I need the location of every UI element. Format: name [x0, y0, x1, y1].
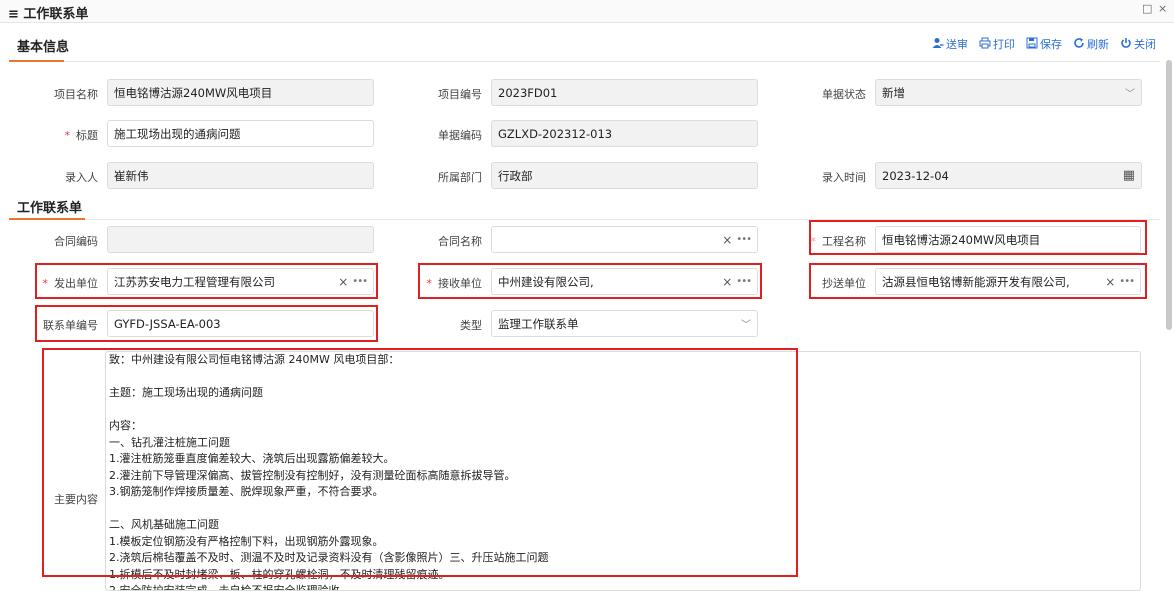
department-field: 行政部: [491, 162, 758, 189]
window-title: ≡ 工作联系单: [8, 7, 89, 22]
section-title-basic: 基本信息: [17, 40, 70, 55]
printer-icon: [979, 37, 991, 52]
required-mark: *: [426, 277, 433, 290]
close-window-icon[interactable]: ×: [1158, 2, 1167, 15]
entry-person-label: 录入人: [65, 171, 98, 184]
clear-icon[interactable]: ×: [338, 275, 348, 289]
project-no-label: 项目编号: [438, 88, 482, 101]
doc-no-field: GZLXD-202312-013: [491, 120, 758, 147]
cc-unit-label: 抄送单位: [822, 277, 866, 290]
calendar-icon[interactable]: ▦: [1123, 168, 1135, 183]
floppy-icon: [1026, 37, 1038, 52]
section-title-work: 工作联系单: [17, 201, 83, 216]
project-name-label: 项目名称: [54, 88, 98, 101]
doc-no-label: 单据编码: [438, 129, 482, 142]
doc-status-select[interactable]: 新增 ﹀: [875, 79, 1142, 106]
title-label: * 标题: [64, 129, 99, 142]
power-icon: [1120, 37, 1132, 52]
issuing-unit-label: * 发出单位: [42, 277, 99, 290]
more-icon[interactable]: •••: [1119, 276, 1135, 287]
section-underline: [9, 60, 64, 62]
send-review-button[interactable]: 送审: [932, 36, 968, 52]
engineering-name-label: * 工程名称: [810, 235, 867, 248]
entry-time-label: 录入时间: [822, 171, 866, 184]
scrollbar[interactable]: [1166, 60, 1172, 330]
contact-no-input[interactable]: GYFD-JSSA-EA-003: [107, 310, 374, 337]
contract-code-label: 合同编码: [54, 235, 98, 248]
department-label: 所属部门: [438, 171, 482, 184]
entry-time-datepicker[interactable]: 2023-12-04 ▦: [875, 162, 1142, 189]
issuing-unit-picker[interactable]: 江苏苏安电力工程管理有限公司 × •••: [107, 268, 374, 295]
project-name-field: 恒电铭博沽源240MW风电项目: [107, 79, 374, 106]
receiving-unit-picker[interactable]: 中州建设有限公司, × •••: [491, 268, 758, 295]
type-select[interactable]: 监理工作联系单 ﹀: [491, 310, 758, 337]
refresh-icon: [1073, 37, 1085, 52]
clear-icon[interactable]: ×: [1105, 275, 1115, 289]
required-mark: *: [42, 277, 49, 290]
divider: [64, 61, 1160, 62]
close-button[interactable]: 关闭: [1120, 36, 1156, 52]
refresh-button[interactable]: 刷新: [1073, 36, 1109, 52]
section-underline: [9, 218, 85, 220]
user-send-icon: [932, 37, 944, 52]
highlight-box: [42, 348, 798, 577]
window-titlebar: ≡ 工作联系单 □ ×: [0, 0, 1174, 23]
doc-status-label: 单据状态: [822, 88, 866, 101]
contract-code-field: [107, 226, 374, 253]
maximize-icon[interactable]: □: [1142, 2, 1152, 15]
engineering-name-input[interactable]: 恒电铭博沽源240MW风电项目: [875, 226, 1141, 253]
content-line: 2.安全防护安装完成，未自检不报安全监理验收。: [109, 584, 351, 591]
project-no-field: 2023FD01: [491, 79, 758, 106]
type-label: 类型: [460, 319, 482, 332]
save-button[interactable]: 保存: [1026, 36, 1062, 52]
more-icon[interactable]: •••: [736, 276, 752, 287]
contact-no-label: 联系单编号: [43, 319, 98, 332]
cc-unit-picker[interactable]: 沽源县恒电铭博新能源开发有限公司, × •••: [875, 268, 1141, 295]
title-input[interactable]: 施工现场出现的通病问题: [107, 120, 374, 147]
more-icon[interactable]: •••: [352, 276, 368, 287]
print-button[interactable]: 打印: [979, 36, 1015, 52]
receiving-unit-label: * 接收单位: [426, 277, 483, 290]
clear-icon[interactable]: ×: [722, 275, 732, 289]
required-mark: *: [64, 129, 71, 142]
chevron-down-icon: ﹀: [741, 320, 751, 331]
contract-name-picker[interactable]: × •••: [491, 226, 758, 253]
clear-icon[interactable]: ×: [722, 233, 732, 247]
more-icon[interactable]: •••: [736, 234, 752, 245]
entry-person-field: 崔新伟: [107, 162, 374, 189]
contract-name-label: 合同名称: [438, 235, 482, 248]
chevron-down-icon: ﹀: [1125, 89, 1135, 100]
required-mark: *: [810, 235, 817, 248]
